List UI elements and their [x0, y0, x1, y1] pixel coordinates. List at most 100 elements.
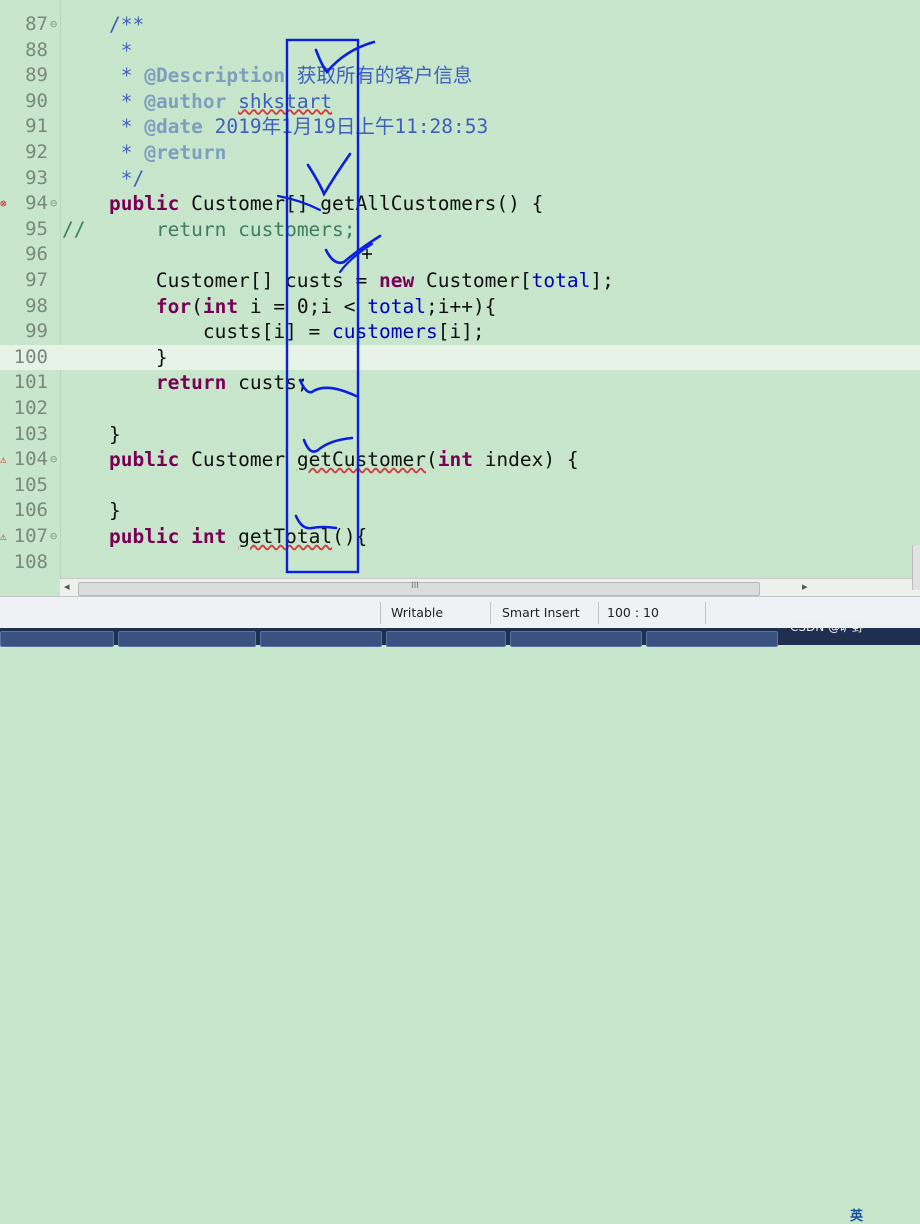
code-text[interactable]: public Customer getCustomer(int index) { [62, 447, 579, 473]
fold-toggle-icon[interactable]: ⊖ [50, 447, 57, 473]
status-separator [380, 602, 381, 624]
code-line[interactable]: 99 custs[i] = customers[i]; [0, 319, 920, 345]
code-line[interactable]: 96 [0, 242, 920, 268]
code-token: return customers; [155, 217, 356, 241]
writable-status: Writable [391, 605, 444, 620]
code-line[interactable]: 87 ⊖ /** [0, 12, 920, 38]
code-token: Customer[] custs = [155, 269, 379, 292]
fold-toggle-icon[interactable]: ⊖ [50, 191, 57, 217]
code-token: shkstart [238, 89, 333, 113]
code-token: int [202, 294, 239, 318]
code-line[interactable]: 92 * @return [0, 140, 920, 166]
code-line[interactable]: 107 ⊖ ⚠ public int getTotal(){ [0, 524, 920, 550]
code-text[interactable]: for(int i = 0;i < total;i++){ [62, 294, 497, 320]
code-token: * [108, 89, 145, 113]
code-text[interactable]: // return customers; [62, 217, 356, 243]
scrollbar-thumb[interactable]: III [78, 581, 760, 596]
code-line[interactable]: 93 */ [0, 166, 920, 192]
code-token: * [108, 64, 145, 88]
code-line[interactable]: 91 * @date 2019年1月19日上午11:28:53 [0, 114, 920, 140]
line-number: 108 [13, 550, 48, 573]
code-text[interactable]: * @date 2019年1月19日上午11:28:53 [62, 114, 489, 140]
code-line[interactable]: 97 Customer[] custs = new Customer[total… [0, 268, 920, 294]
code-token: @date [144, 115, 203, 139]
code-text[interactable]: */ [62, 166, 145, 192]
code-line[interactable]: 106 } [0, 498, 920, 524]
code-token: @Description [144, 64, 286, 88]
code-text[interactable]: } [62, 498, 121, 524]
code-token: } [155, 345, 168, 369]
code-token: * [108, 115, 145, 139]
code-text[interactable]: } [62, 422, 121, 448]
status-separator [490, 602, 491, 624]
code-text[interactable]: } [62, 345, 168, 371]
code-line[interactable]: 101 return custs; [0, 370, 920, 396]
code-text[interactable]: * @return [62, 140, 227, 166]
code-token: */ [108, 166, 145, 190]
code-line[interactable]: 100 } [0, 344, 920, 371]
code-token: @return [144, 141, 227, 164]
code-line[interactable]: 105 [0, 473, 920, 499]
line-number: 102 [13, 397, 48, 419]
line-number: 89 [25, 64, 48, 87]
code-token: 获取所有的客户信息 [296, 64, 473, 88]
ime-indicator[interactable]: 英 [850, 1205, 863, 1224]
code-token: getCustomer [296, 448, 426, 472]
line-number: 96 [25, 243, 48, 266]
code-text[interactable]: Customer[] custs = new Customer[total]; [62, 268, 614, 294]
code-line[interactable]: 102 [0, 396, 920, 422]
code-line[interactable]: 88 * [0, 38, 920, 64]
code-line[interactable]: 90 * @author shkstart [0, 89, 920, 115]
code-text[interactable]: public Customer[] getAllCustomers() { [62, 191, 543, 217]
code-token: /** [108, 13, 145, 36]
code-token: @author [144, 89, 227, 113]
horizontal-scrollbar[interactable]: ◂ III ▸ [60, 578, 920, 597]
line-number: 91 [25, 115, 48, 138]
code-line[interactable]: 98 for(int i = 0;i < total;i++){ [0, 294, 920, 320]
override-marker-icon[interactable]: ⊗ [0, 191, 10, 217]
code-line[interactable]: 94 ⊖ ⊗ public Customer[] getAllCustomers()… [0, 191, 920, 217]
fold-toggle-icon[interactable]: ⊖ [50, 524, 57, 550]
scroll-right-icon[interactable]: ▸ [802, 580, 808, 593]
code-token: * [108, 38, 133, 62]
status-separator [598, 602, 599, 624]
code-line[interactable]: 103 } [0, 422, 920, 448]
status-separator [705, 602, 706, 624]
vertical-scrollbar[interactable] [912, 545, 920, 590]
code-token: 2019年1月19日上午11:28:53 [214, 115, 489, 139]
line-number: 92 [25, 141, 48, 163]
code-token: custs; [226, 371, 309, 395]
scroll-left-icon[interactable]: ◂ [64, 580, 70, 593]
code-token: int [437, 448, 473, 472]
code-token: for [155, 294, 192, 318]
code-token: public [108, 192, 180, 216]
code-token: } [108, 499, 121, 523]
line-number: 87 [25, 13, 48, 35]
code-line[interactable]: 108 [0, 550, 920, 576]
line-number: 104 [13, 448, 48, 471]
line-number: 88 [25, 38, 48, 61]
code-text[interactable]: custs[i] = customers[i]; [62, 319, 485, 345]
code-text[interactable]: * @author shkstart [62, 89, 332, 115]
code-token: custs[i] = [202, 320, 333, 344]
code-text[interactable]: * @Description 获取所有的客户信息 [62, 63, 473, 89]
code-line[interactable]: 104 ⊖ ⚠ public Customer getCustomer(int in… [0, 447, 920, 473]
fold-toggle-icon[interactable]: ⊖ [50, 12, 57, 38]
code-text[interactable]: public int getTotal(){ [62, 524, 367, 550]
error-marker-icon[interactable]: ⚠ [0, 447, 10, 473]
code-text[interactable]: * [62, 38, 133, 64]
code-line[interactable]: 89 * @Description 获取所有的客户信息 [0, 63, 920, 89]
line-number: 107 [13, 525, 48, 547]
code-line[interactable]: 95 // return customers; [0, 217, 920, 243]
line-number: 98 [25, 294, 48, 317]
code-token: Customer[ [414, 269, 532, 292]
code-text[interactable]: /** [62, 12, 144, 38]
code-token: [i]; [437, 320, 485, 344]
error-marker-icon[interactable]: ⚠ [0, 524, 10, 550]
code-text[interactable]: return custs; [62, 370, 309, 396]
code-editor[interactable]: 87 ⊖ /** 88 * 89 * @Description 获取所有的客户信息 90… [0, 0, 920, 578]
code-token: i = 0;i < [238, 294, 368, 318]
cursor-position-status: 100 : 10 [607, 605, 659, 620]
line-number: 95 [25, 217, 48, 240]
code-token: Customer[] getAllCustomers() { [191, 192, 544, 216]
